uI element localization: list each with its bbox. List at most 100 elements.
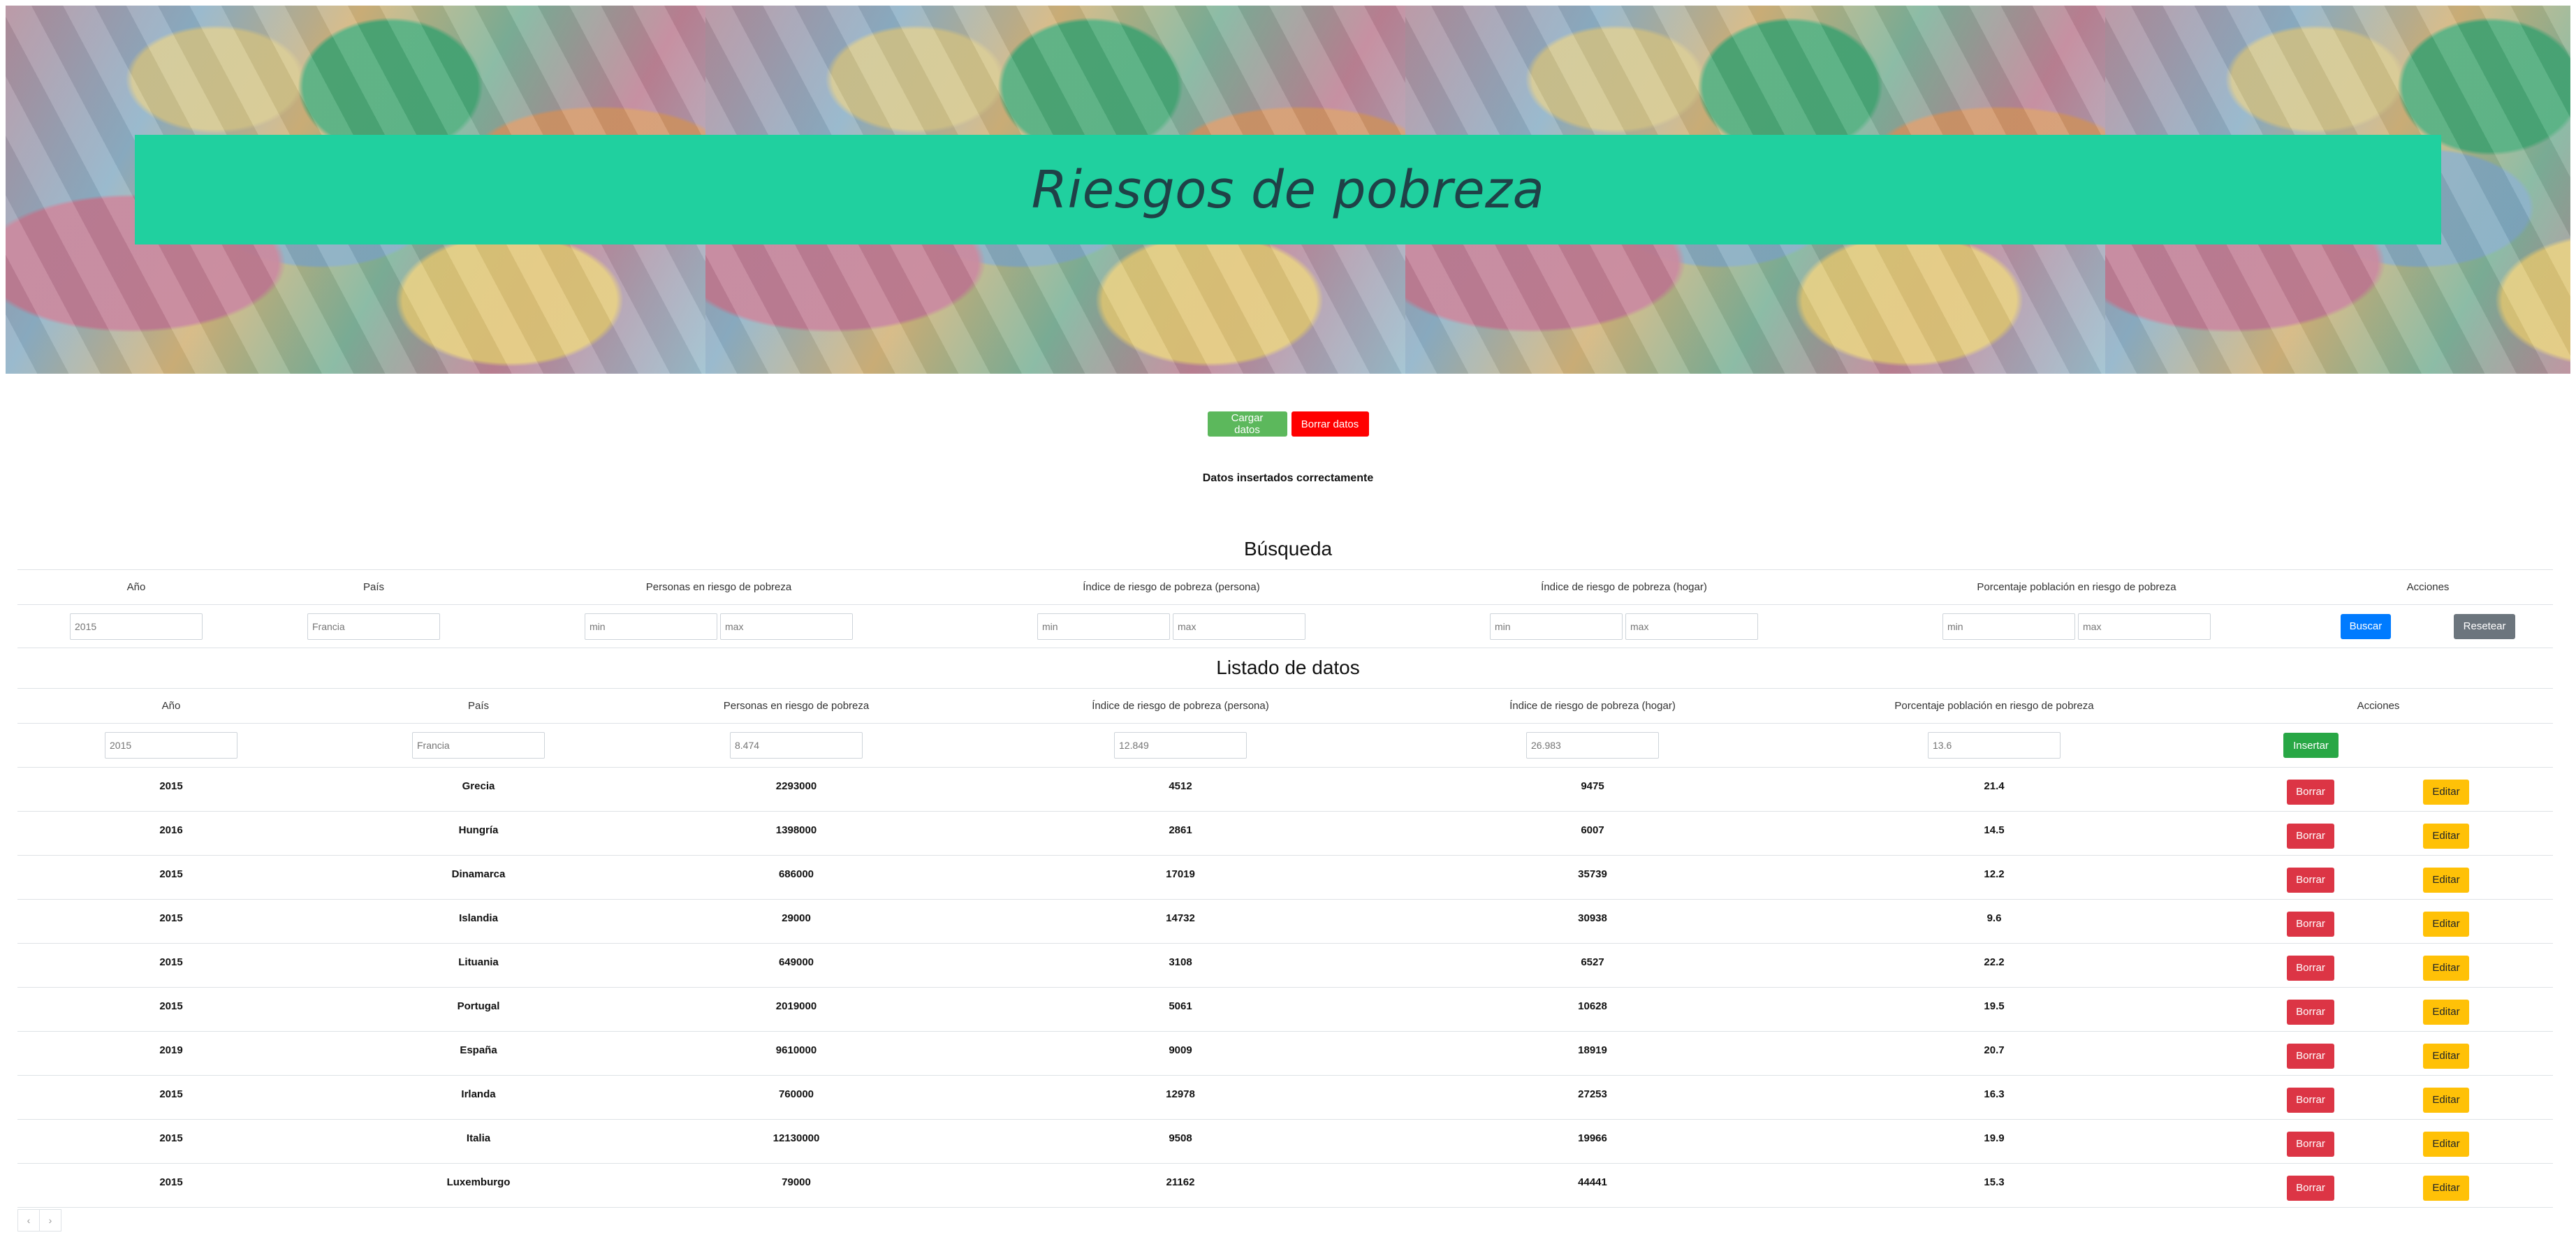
row-actions: Borrar Editar (2204, 1075, 2553, 1120)
delete-row-button[interactable]: Borrar (2287, 955, 2334, 981)
edit-row-button[interactable]: Editar (2423, 999, 2469, 1025)
load-data-button[interactable]: Cargar datos (1207, 411, 1287, 437)
people-min-input[interactable] (585, 613, 717, 640)
edit-row-button[interactable]: Editar (2423, 955, 2469, 981)
edit-row-button[interactable]: Editar (2423, 1175, 2469, 1201)
table-row: 2015 Irlanda 760000 12978 27253 16.3 Borrar Edi… (17, 1075, 2553, 1120)
cell-year: 2015 (17, 899, 325, 944)
cell-percentage: 19.5 (1785, 987, 2204, 1032)
row-actions: Borrar Editar (2204, 943, 2553, 988)
hero-banner: Riesgos de pobreza (6, 6, 2570, 374)
column-header-people: Personas en riesgo de pobreza (632, 688, 960, 724)
delete-row-button[interactable]: Borrar (2287, 1131, 2334, 1157)
cell-index-person: 17019 (960, 855, 1400, 900)
previous-page-button[interactable]: ‹ (17, 1209, 40, 1232)
new-people-input[interactable] (730, 732, 863, 759)
cell-percentage: 20.7 (1785, 1031, 2204, 1076)
index-home-max-input[interactable] (1625, 613, 1758, 640)
cell-index-home: 44441 (1400, 1163, 1785, 1208)
cell-percentage: 19.9 (1785, 1119, 2204, 1164)
cell-percentage: 14.5 (1785, 811, 2204, 856)
cell-index-home: 6527 (1400, 943, 1785, 988)
edit-row-button[interactable]: Editar (2423, 911, 2469, 937)
table-row: 2016 Hungría 1398000 2861 6007 14.5 Borrar Edit… (17, 811, 2553, 856)
table-row: 2015 Dinamarca 686000 17019 35739 12.2 Borrar E… (17, 855, 2553, 900)
cell-index-home: 27253 (1400, 1075, 1785, 1120)
cell-people: 1398000 (632, 811, 960, 856)
table-row: 2015 Luxemburgo 79000 21162 44441 15.3 Borrar E… (17, 1163, 2553, 1208)
next-page-button[interactable]: › (39, 1209, 61, 1232)
search-header-row: Año País Personas en riesgo de pobreza Í… (17, 569, 2553, 605)
search-year-input[interactable] (70, 613, 203, 640)
cell-year: 2015 (17, 855, 325, 900)
cell-country: Lituania (325, 943, 632, 988)
cell-people: 9610000 (632, 1031, 960, 1076)
new-year-input[interactable] (105, 732, 237, 759)
percentage-max-input[interactable] (2078, 613, 2211, 640)
cell-people: 649000 (632, 943, 960, 988)
cell-people: 12130000 (632, 1119, 960, 1164)
table-row: 2015 Portugal 2019000 5061 10628 19.5 Borrar Ed… (17, 987, 2553, 1032)
delete-row-button[interactable]: Borrar (2287, 823, 2334, 849)
cell-index-home: 19966 (1400, 1119, 1785, 1164)
edit-row-button[interactable]: Editar (2423, 1131, 2469, 1157)
index-person-max-input[interactable] (1173, 613, 1305, 640)
column-header-actions: Acciones (2303, 569, 2553, 605)
cell-country: Islandia (325, 899, 632, 944)
new-index-person-input[interactable] (1114, 732, 1247, 759)
delete-row-button[interactable]: Borrar (2287, 1043, 2334, 1069)
delete-row-button[interactable]: Borrar (2287, 911, 2334, 937)
edit-row-button[interactable]: Editar (2423, 1087, 2469, 1113)
row-actions: Borrar Editar (2204, 1119, 2553, 1164)
table-row: 2019 España 9610000 9009 18919 20.7 Borrar Edit… (17, 1031, 2553, 1076)
cell-people: 686000 (632, 855, 960, 900)
edit-row-button[interactable]: Editar (2423, 823, 2469, 849)
cell-index-person: 4512 (960, 767, 1400, 812)
cell-percentage: 22.2 (1785, 943, 2204, 988)
delete-row-button[interactable]: Borrar (2287, 867, 2334, 893)
delete-row-button[interactable]: Borrar (2287, 999, 2334, 1025)
edit-row-button[interactable]: Editar (2423, 1043, 2469, 1069)
cell-index-home: 35739 (1400, 855, 1785, 900)
cell-country: Dinamarca (325, 855, 632, 900)
clear-data-button[interactable]: Borrar datos (1291, 411, 1369, 437)
search-filter-row: Buscar Resetear (17, 604, 2553, 648)
row-actions: Borrar Editar (2204, 1031, 2553, 1076)
cell-country: Hungría (325, 811, 632, 856)
list-title: Listado de datos (1216, 657, 1360, 678)
percentage-min-input[interactable] (1942, 613, 2075, 640)
reset-button[interactable]: Resetear (2454, 613, 2516, 639)
edit-row-button[interactable]: Editar (2423, 779, 2469, 805)
cell-index-home: 6007 (1400, 811, 1785, 856)
delete-row-button[interactable]: Borrar (2287, 1175, 2334, 1201)
search-button[interactable]: Buscar (2340, 613, 2391, 639)
cell-year: 2015 (17, 767, 325, 812)
new-country-input[interactable] (412, 732, 545, 759)
cell-year: 2015 (17, 1075, 325, 1120)
delete-row-button[interactable]: Borrar (2287, 779, 2334, 805)
search-table: Año País Personas en riesgo de pobreza Í… (17, 569, 2553, 648)
cell-people: 2293000 (632, 767, 960, 812)
index-person-min-input[interactable] (1037, 613, 1170, 640)
delete-row-button[interactable]: Borrar (2287, 1087, 2334, 1113)
people-max-input[interactable] (720, 613, 853, 640)
cell-index-person: 3108 (960, 943, 1400, 988)
new-percentage-input[interactable] (1928, 732, 2061, 759)
cell-year: 2015 (17, 943, 325, 988)
row-actions: Borrar Editar (2204, 899, 2553, 944)
row-actions: Borrar Editar (2204, 1163, 2553, 1208)
search-title: Búsqueda (1243, 538, 1333, 560)
column-header-people: Personas en riesgo de pobreza (492, 569, 945, 605)
row-actions: Borrar Editar (2204, 987, 2553, 1032)
insert-button[interactable]: Insertar (2283, 733, 2339, 758)
row-actions: Borrar Editar (2204, 855, 2553, 900)
cell-people: 29000 (632, 899, 960, 944)
cell-year: 2015 (17, 1163, 325, 1208)
column-header-percentage: Porcentaje población en riesgo de pobrez… (1850, 569, 2303, 605)
new-index-home-input[interactable] (1526, 732, 1659, 759)
edit-row-button[interactable]: Editar (2423, 867, 2469, 893)
cell-year: 2016 (17, 811, 325, 856)
index-home-min-input[interactable] (1490, 613, 1623, 640)
cell-people: 2019000 (632, 987, 960, 1032)
search-country-input[interactable] (307, 613, 440, 640)
